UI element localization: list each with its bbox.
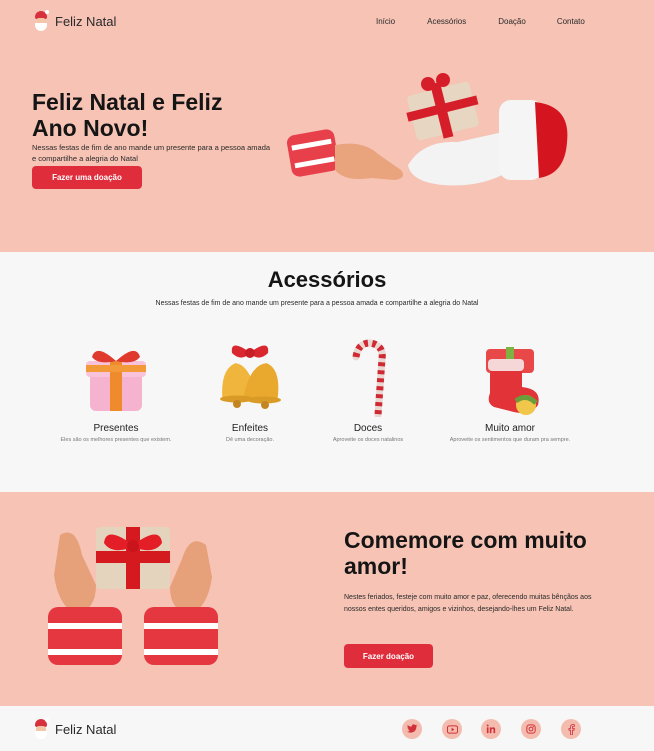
header: Feliz Natal Início Acessórios Doação Con… — [0, 0, 654, 44]
hands-holding-gift-illustration — [48, 527, 218, 665]
santa-icon — [33, 10, 49, 31]
accessory-name: Presentes — [93, 423, 139, 434]
footer: Feliz Natal — [0, 706, 654, 751]
twitter-icon[interactable] — [402, 719, 422, 739]
gift-icon — [86, 350, 146, 411]
accessory-desc: Eles são os melhores presentes que exist… — [60, 437, 172, 443]
santa-icon — [33, 718, 49, 739]
nav-acessorios[interactable]: Acessórios — [427, 17, 466, 26]
linkedin-icon[interactable] — [481, 719, 501, 739]
main-nav: Início Acessórios Doação Contato — [376, 17, 585, 26]
bells-icon — [220, 345, 281, 409]
candy-cane-icon — [352, 339, 386, 417]
logo[interactable]: Feliz Natal — [33, 10, 117, 31]
love-text: Nestes feriados, festeje com muito amor … — [344, 594, 592, 613]
hands-gift-illustration — [286, 73, 568, 186]
nav-doacao[interactable]: Doação — [498, 17, 526, 26]
donation-button[interactable]: Fazer doação — [344, 644, 433, 668]
accessory-card-doces[interactable]: Doces Aproveite os doces natalinos — [298, 337, 438, 443]
nav-contato[interactable]: Contato — [557, 17, 585, 26]
brand-name: Feliz Natal — [55, 13, 117, 29]
instagram-icon[interactable] — [521, 719, 541, 739]
accessories-title: Acessórios — [267, 267, 387, 292]
accessory-card-presentes[interactable]: Presentes Eles são os melhores presentes… — [46, 337, 186, 443]
nav-inicio[interactable]: Início — [376, 17, 395, 26]
donate-button[interactable]: Fazer uma doação — [32, 166, 142, 189]
hero-title: Feliz Natal e Feliz Ano Novo! — [32, 89, 223, 141]
accessories-subtitle: Nessas festas de fim de ano mande um pre… — [155, 300, 479, 307]
youtube-icon[interactable] — [442, 719, 462, 739]
accessories-section: Acessórios Nessas festas de fim de ano m… — [0, 252, 654, 492]
love-title: Comemore com muito amor! — [344, 527, 587, 579]
accessory-name: Doces — [353, 423, 383, 434]
stocking-icon — [486, 347, 539, 415]
footer-logo[interactable]: Feliz Natal — [33, 718, 117, 739]
footer-brand: Feliz Natal — [55, 721, 117, 737]
accessory-desc: Aproveite os doces natalinos — [332, 437, 404, 443]
facebook-icon[interactable] — [561, 719, 581, 739]
hero-text: Nessas festas de fim de ano mande um pre… — [32, 143, 271, 163]
accessory-card-muito-amor[interactable]: Muito amor Aproveite os sentimentos que … — [440, 337, 580, 443]
accessory-desc: Aproveite os sentimentos que duram pra s… — [449, 437, 571, 443]
accessory-name: Muito amor — [484, 423, 535, 434]
